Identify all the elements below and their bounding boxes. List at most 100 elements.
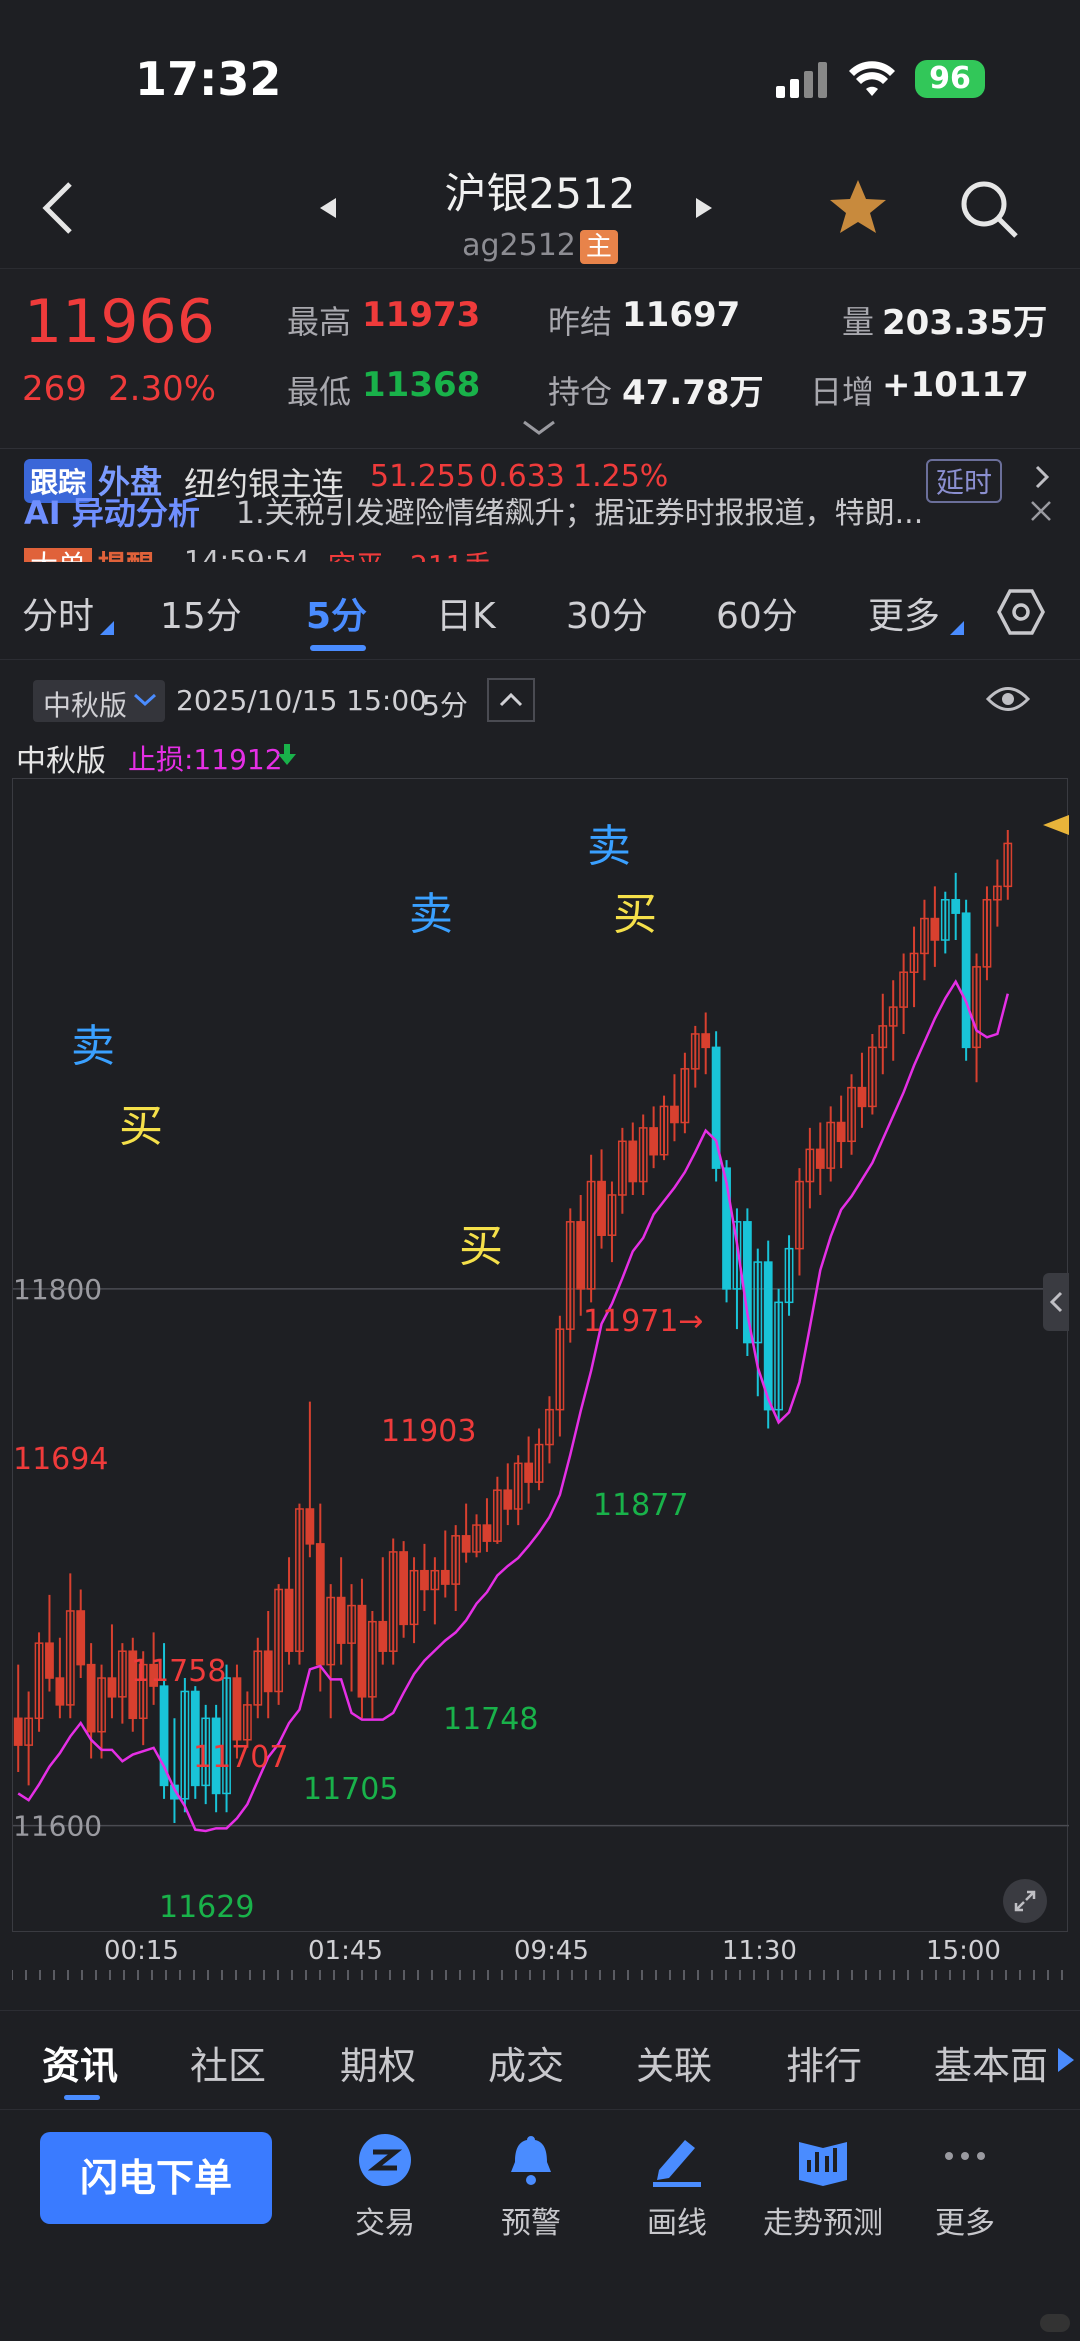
next-contract-icon[interactable] xyxy=(694,196,714,220)
big-order-label: 提醒 xyxy=(98,548,154,562)
candlestick-chart[interactable]: 1180011600116941160111629117581170711705… xyxy=(12,778,1069,1932)
info-tab-3[interactable]: 成交 xyxy=(488,2035,564,2090)
prev-settle-label: 昨结 xyxy=(548,303,613,341)
indicator-select-label: 中秋版 xyxy=(43,689,128,722)
time-ruler[interactable] xyxy=(12,1966,1068,1984)
price-annotation-9: 11877 xyxy=(593,1488,688,1523)
x-tick-label-2: 09:45 xyxy=(514,1936,589,1966)
candle-body-31 xyxy=(336,1596,346,1644)
ai-analysis-row[interactable]: AI 异动分析 1.关税引发避险情绪飙升；据证券时报报道，特朗... xyxy=(0,498,1080,528)
volume-label: 量 xyxy=(842,303,875,341)
info-tab-4[interactable]: 关联 xyxy=(636,2035,712,2090)
bell-icon xyxy=(511,2136,551,2185)
candle-body-0 xyxy=(13,1717,23,1746)
trade-icon xyxy=(359,2134,411,2186)
candle-body-77 xyxy=(815,1148,825,1169)
dropdown-corner-icon xyxy=(100,621,114,635)
period-tab-3[interactable]: 日K xyxy=(436,587,496,639)
candle-body-61 xyxy=(649,1127,659,1156)
info-tab-2[interactable]: 期权 xyxy=(340,2035,416,2090)
high-value: 11973 xyxy=(362,295,481,335)
ticker-price: 51.255 xyxy=(370,459,475,494)
trade-action[interactable]: 交易 xyxy=(310,2132,460,2242)
draw-label: 画线 xyxy=(647,2206,707,2241)
buy-signal-5: 买 xyxy=(613,889,657,940)
page-title: 沪银2512 xyxy=(444,169,636,218)
candle-body-43 xyxy=(461,1535,471,1553)
info-tab-1[interactable]: 社区 xyxy=(190,2035,266,2090)
active-tab-underline xyxy=(310,645,366,651)
forecast-book-icon xyxy=(799,2142,847,2186)
candle-body-29 xyxy=(315,1543,325,1666)
draw-action[interactable]: 画线 xyxy=(602,2132,752,2242)
sell-signal-4: 卖 xyxy=(587,821,631,872)
fullscreen-button[interactable] xyxy=(1003,1879,1047,1923)
candle-body-66 xyxy=(701,1033,711,1049)
more-action[interactable]: 更多 xyxy=(890,2132,1040,2242)
candle-body-6 xyxy=(76,1610,86,1666)
price-annotation-3: 11758 xyxy=(131,1654,226,1689)
buy-signal-1: 买 xyxy=(119,1101,163,1152)
candle-body-21 xyxy=(232,1677,242,1741)
dropdown-corner-icon xyxy=(950,621,964,635)
buy-signal-3: 买 xyxy=(459,1221,503,1272)
status-time: 17:32 xyxy=(135,52,282,106)
candle-body-91 xyxy=(961,912,971,1049)
high-label: 最高 xyxy=(287,303,352,341)
alert-label: 预警 xyxy=(501,2206,561,2241)
price-annotation-8: 11971→ xyxy=(583,1304,704,1339)
more-dots-icon xyxy=(945,2152,985,2160)
flash-order-button[interactable]: 闪电下单 xyxy=(40,2132,272,2224)
low-value: 11368 xyxy=(362,365,481,405)
forecast-action[interactable]: 走势预测 xyxy=(748,2132,898,2242)
info-tabs: 资讯 社区 期权 成交 关联 排行 基本面 xyxy=(0,2010,1080,2110)
period-tab-0[interactable]: 分时 xyxy=(22,587,94,639)
more-tabs-arrow-icon[interactable] xyxy=(1056,2046,1076,2074)
candle-body-56 xyxy=(597,1180,606,1236)
star-icon[interactable] xyxy=(828,178,888,236)
close-icon[interactable] xyxy=(1030,500,1052,522)
period-tab-4[interactable]: 30分 xyxy=(566,587,648,639)
info-tab-5[interactable]: 排行 xyxy=(786,2035,862,2090)
contract-symbol: ag2512 主 xyxy=(0,228,1080,264)
chevron-right-icon[interactable] xyxy=(1034,465,1050,489)
collapse-toolbar-button[interactable] xyxy=(487,678,535,722)
candle-body-28 xyxy=(305,1508,315,1545)
big-order-row[interactable]: 大单 提醒 14:59:54 空平 211手 xyxy=(0,548,1080,562)
indicator-select[interactable]: 中秋版 xyxy=(33,680,165,722)
info-tab-6[interactable]: 基本面 xyxy=(934,2035,1048,2090)
eye-icon[interactable] xyxy=(986,684,1030,714)
expand-icon xyxy=(1014,1890,1036,1912)
sell-signal-2: 卖 xyxy=(409,889,453,940)
info-tab-0[interactable]: 资讯 xyxy=(42,2035,118,2090)
candle-body-3 xyxy=(45,1642,54,1679)
period-tab-6[interactable]: 更多 xyxy=(868,587,940,639)
period-tab-1[interactable]: 15分 xyxy=(160,587,242,639)
chevron-up-icon xyxy=(499,692,523,707)
candle-body-88 xyxy=(930,917,940,941)
price-annotation-5: 11705 xyxy=(303,1772,398,1807)
candle-body-24 xyxy=(263,1650,273,1693)
chevron-down-icon xyxy=(133,693,157,707)
candle-body-63 xyxy=(670,1105,679,1124)
ticker-change: 0.633 xyxy=(479,459,565,494)
price-annotation-4: 11707 xyxy=(193,1740,288,1775)
foreign-ticker-row[interactable]: 跟踪 外盘 纽约银主连 51.255 0.633 1.25% 延时 xyxy=(0,448,1080,503)
pen-icon xyxy=(653,2140,701,2187)
watermark-badge xyxy=(1040,2314,1070,2332)
candle-body-4 xyxy=(55,1677,65,1706)
period-tab-5[interactable]: 60分 xyxy=(716,587,798,639)
alert-action[interactable]: 预警 xyxy=(456,2132,606,2242)
settings-icon[interactable] xyxy=(996,587,1046,637)
expand-chevron-icon[interactable] xyxy=(522,419,556,437)
last-price: 11966 xyxy=(24,287,215,357)
search-icon[interactable] xyxy=(958,178,1020,240)
big-order-time: 14:59:54 xyxy=(184,548,310,562)
period-tab-2[interactable]: 5分 xyxy=(306,587,367,639)
ai-tag: AI 异动分析 xyxy=(24,498,200,528)
candle-body-45 xyxy=(482,1524,492,1542)
volume-value: 203.35万 xyxy=(882,303,1048,343)
side-panel-toggle[interactable] xyxy=(1043,1273,1069,1331)
candle-body-35 xyxy=(378,1620,388,1652)
candle-body-26 xyxy=(284,1588,294,1652)
